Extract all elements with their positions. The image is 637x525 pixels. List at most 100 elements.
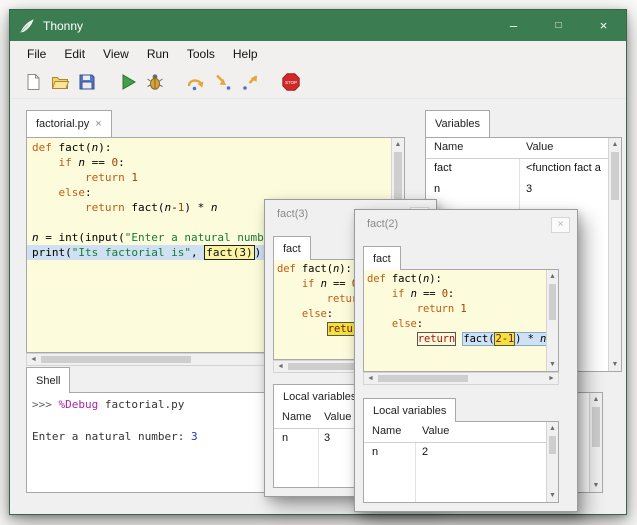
window-title: Thonny <box>43 19 83 33</box>
scroll-down-icon[interactable]: ▼ <box>609 358 621 371</box>
frame-hscrollbar[interactable]: ◄ ► <box>363 372 559 385</box>
run-icon <box>118 72 138 92</box>
scrollbar-thumb[interactable] <box>41 356 191 363</box>
table-row[interactable]: fact<function fact a <box>426 159 608 180</box>
table-header: Name Value <box>426 138 621 159</box>
code-line: return 1 <box>364 302 546 317</box>
scroll-left-icon[interactable]: ◄ <box>27 354 40 365</box>
scroll-left-icon[interactable]: ◄ <box>364 373 377 384</box>
code-line: else: <box>364 317 546 332</box>
frame-code-vscrollbar[interactable]: ▲ ▼ <box>546 270 558 371</box>
code-line: return fact(2-1) * n <box>364 332 546 347</box>
scrollbar-thumb[interactable] <box>611 152 619 200</box>
table-row[interactable]: n3 <box>426 180 608 201</box>
scroll-up-icon[interactable]: ▲ <box>590 393 602 406</box>
frame-titlebar[interactable]: fact(2) × <box>355 210 577 240</box>
table-row[interactable]: n2 <box>364 443 546 464</box>
debug-bug-icon <box>145 72 165 92</box>
step-over-icon <box>186 72 206 92</box>
scrollbar-thumb[interactable] <box>592 407 600 447</box>
stack-frame-window-fact2: fact(2) × fact def fact(n): if n == 0: r… <box>354 209 578 512</box>
menubar: File Edit View Run Tools Help <box>10 41 626 66</box>
local-variables-vscrollbar[interactable]: ▲ ▼ <box>546 422 558 502</box>
variable-name: n <box>434 183 440 195</box>
menu-tools[interactable]: Tools <box>178 44 224 64</box>
maximize-button[interactable]: □ <box>536 10 581 41</box>
variable-value: 2 <box>422 446 428 458</box>
shell-vscrollbar[interactable]: ▲ ▼ <box>589 393 602 492</box>
save-file-button[interactable] <box>74 70 99 95</box>
frame-code-area[interactable]: def fact(n): if n == 0: return 1 else: r… <box>363 269 559 372</box>
minimize-icon: – <box>510 21 517 31</box>
titlebar[interactable]: Thonny – □ × <box>10 10 626 41</box>
scroll-down-icon[interactable]: ▼ <box>590 479 602 492</box>
tab-label: factorial.py <box>36 118 89 130</box>
new-file-button[interactable] <box>20 70 45 95</box>
frame-code-lines: def fact(n): if n == 0: return 1 else: r… <box>364 272 546 347</box>
variable-value: 3 <box>324 432 330 444</box>
scroll-left-icon[interactable]: ◄ <box>274 361 287 372</box>
code-line: def fact(n): <box>27 140 391 155</box>
scroll-up-icon[interactable]: ▲ <box>547 270 558 283</box>
stop-button[interactable]: STOP <box>278 70 303 95</box>
scroll-up-icon[interactable]: ▲ <box>392 138 404 151</box>
run-script-button[interactable] <box>115 70 140 95</box>
scroll-up-icon[interactable]: ▲ <box>609 138 621 151</box>
tab-fact[interactable]: fact <box>273 236 311 260</box>
close-button[interactable]: × <box>581 10 626 41</box>
tab-label: fact <box>283 243 301 255</box>
table-body: n2 <box>364 443 546 502</box>
scrollbar-thumb[interactable] <box>549 284 556 320</box>
tab-label: Variables <box>435 118 480 130</box>
thonny-logo-icon <box>19 18 35 34</box>
column-header-name[interactable]: Name <box>282 411 311 423</box>
step-into-icon <box>213 72 233 92</box>
column-header-name[interactable]: Name <box>434 141 463 153</box>
table-header: Name Value <box>364 422 558 443</box>
variable-name: n <box>282 432 288 444</box>
local-variables-table: Name Value n2 ▲ ▼ <box>363 421 559 503</box>
stop-label: STOP <box>285 80 297 85</box>
step-out-button[interactable] <box>237 70 262 95</box>
code-line: if n == 0: <box>27 155 391 170</box>
tab-label: fact <box>373 253 391 265</box>
menu-view[interactable]: View <box>94 44 138 64</box>
tab-shell[interactable]: Shell <box>26 367 70 393</box>
step-out-icon <box>240 72 260 92</box>
close-icon: × <box>558 219 564 230</box>
minimize-button[interactable]: – <box>491 10 536 41</box>
debug-script-button[interactable] <box>142 70 167 95</box>
column-header-value[interactable]: Value <box>324 411 351 423</box>
local-variables-header: Local variables <box>273 384 366 408</box>
code-line: if n == 0: <box>364 287 546 302</box>
scroll-down-icon[interactable]: ▼ <box>547 489 558 502</box>
screenshot-stage: Thonny – □ × File Edit View Run Tools He… <box>0 0 637 525</box>
scrollbar-thumb[interactable] <box>378 375 468 382</box>
step-over-button[interactable] <box>183 70 208 95</box>
column-header-value[interactable]: Value <box>526 141 553 153</box>
new-file-icon <box>23 72 43 92</box>
column-header-value[interactable]: Value <box>422 425 449 437</box>
scroll-down-icon[interactable]: ▼ <box>547 358 558 371</box>
frame-close-button[interactable]: × <box>551 217 570 233</box>
frame-title: fact(3) <box>277 208 308 220</box>
scrollbar-thumb[interactable] <box>549 436 556 454</box>
menu-help[interactable]: Help <box>224 44 267 64</box>
stop-icon: STOP <box>281 72 301 92</box>
scroll-up-icon[interactable]: ▲ <box>547 422 558 435</box>
menu-run[interactable]: Run <box>138 44 178 64</box>
tab-factorial-py[interactable]: factorial.py × <box>26 110 112 137</box>
code-line: return 1 <box>27 170 391 185</box>
close-icon: × <box>600 18 608 33</box>
window-controls: – □ × <box>491 10 626 41</box>
scroll-right-icon[interactable]: ► <box>545 373 558 384</box>
tab-fact[interactable]: fact <box>363 246 401 270</box>
variables-vscrollbar[interactable]: ▲ ▼ <box>608 138 621 371</box>
open-file-button[interactable] <box>47 70 72 95</box>
column-header-name[interactable]: Name <box>372 425 401 437</box>
tab-close-icon[interactable]: × <box>95 118 101 130</box>
menu-file[interactable]: File <box>18 44 55 64</box>
menu-edit[interactable]: Edit <box>55 44 94 64</box>
tab-variables[interactable]: Variables <box>425 110 490 137</box>
step-into-button[interactable] <box>210 70 235 95</box>
